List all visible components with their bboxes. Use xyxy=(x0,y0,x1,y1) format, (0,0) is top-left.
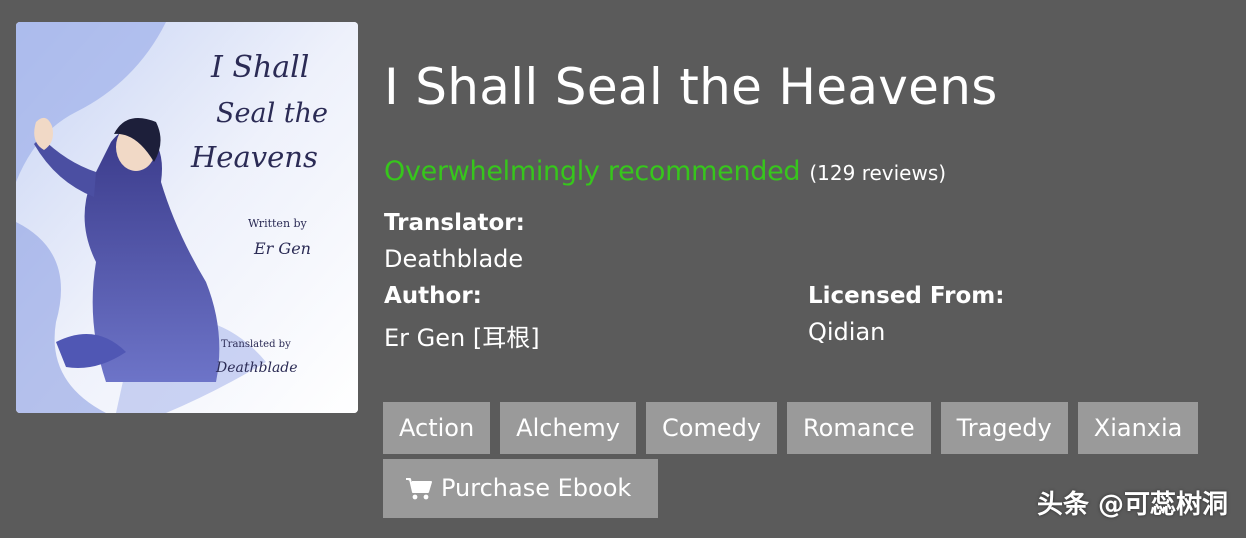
tag-comedy[interactable]: Comedy xyxy=(646,402,778,454)
cover-written-by: Written by xyxy=(248,217,308,230)
cover-title-line-2: Seal the xyxy=(216,98,328,129)
licensed-value: Qidian xyxy=(808,318,886,346)
cover-title-line-3: Heavens xyxy=(190,140,318,174)
cover-title-line-1: I Shall xyxy=(210,50,309,85)
review-count[interactable]: (129 reviews) xyxy=(809,161,946,185)
tag-romance[interactable]: Romance xyxy=(787,402,931,454)
translator-value[interactable]: Deathblade xyxy=(384,245,523,273)
cover-translator: Deathblade xyxy=(215,360,298,376)
rating-text: Overwhelmingly recommended xyxy=(384,156,801,187)
author-label: Author: xyxy=(384,283,482,309)
tag-xianxia[interactable]: Xianxia xyxy=(1077,402,1199,454)
book-cover-image: I Shall Seal the Heavens Written by Er G… xyxy=(16,22,358,413)
author-value: Er Gen [耳根] xyxy=(384,324,540,352)
translator-label: Translator: xyxy=(384,210,525,236)
purchase-ebook-label: Purchase Ebook xyxy=(441,474,632,502)
book-page: I Shall Seal the Heavens Written by Er G… xyxy=(0,0,1246,538)
rating-line: Overwhelmingly recommended (129 reviews) xyxy=(384,156,946,187)
genre-tags: Action Alchemy Comedy Romance Tragedy Xi… xyxy=(383,402,1199,454)
page-title: I Shall Seal the Heavens xyxy=(384,58,998,116)
watermark: 头条 @可蕊树洞 xyxy=(1036,490,1228,520)
cover-author: Er Gen xyxy=(253,239,311,258)
shopping-cart-icon xyxy=(406,477,432,499)
tag-action[interactable]: Action xyxy=(383,402,491,454)
purchase-ebook-button[interactable]: Purchase Ebook xyxy=(383,459,658,518)
cover-translated-by: Translated by xyxy=(221,339,291,350)
tag-tragedy[interactable]: Tragedy xyxy=(940,402,1068,454)
tag-alchemy[interactable]: Alchemy xyxy=(500,402,637,454)
licensed-label: Licensed From: xyxy=(808,283,1005,309)
